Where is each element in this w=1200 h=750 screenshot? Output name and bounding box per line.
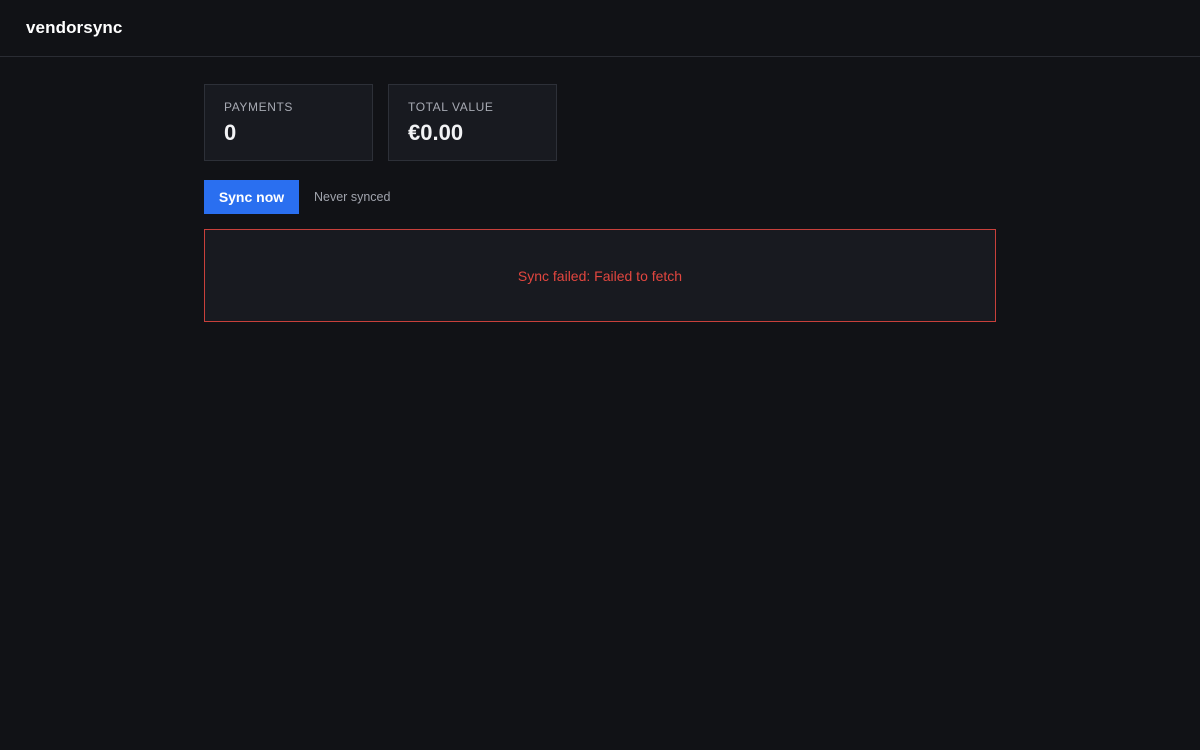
total-value-label: TOTAL VALUE [408, 100, 494, 114]
total-value-amount: €0.00 [408, 120, 464, 145]
sync-now-button[interactable]: Sync now [204, 180, 299, 214]
payments-stat-card: PAYMENTS 0 [204, 84, 373, 161]
payments-label: PAYMENTS [224, 100, 294, 114]
error-banner: Sync failed: Failed to fetch [204, 229, 996, 322]
sync-status-text: Never synced [314, 190, 391, 204]
payments-value: 0 [224, 120, 237, 145]
error-message: Sync failed: Failed to fetch [517, 267, 683, 284]
top-bar: vendorsync [0, 0, 1200, 57]
total-value-stat-card: TOTAL VALUE €0.00 [388, 84, 557, 161]
brand-logo[interactable]: vendorsync [26, 18, 122, 38]
